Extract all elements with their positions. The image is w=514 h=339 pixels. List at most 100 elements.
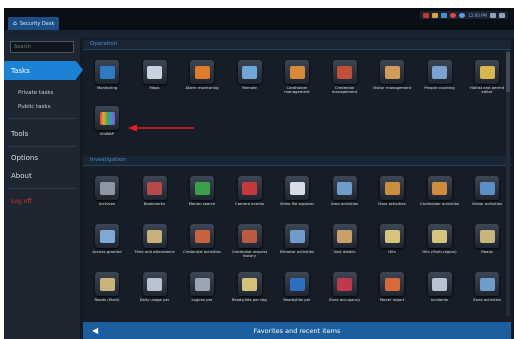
icon-glyph <box>147 181 162 195</box>
nav-logoff[interactable]: Log off <box>11 198 31 205</box>
task-tile[interactable]: Cardholder management <box>275 60 319 102</box>
icon-glyph <box>337 229 352 243</box>
task-tile[interactable]: Reads/hits per day <box>228 272 272 314</box>
nav-private-tasks[interactable]: Private tasks <box>18 90 53 96</box>
task-tile[interactable]: Access granted <box>85 224 129 266</box>
favorites-label: Favorites and recent items <box>253 326 341 335</box>
credential-activities-icon <box>190 224 214 248</box>
alarm-icon <box>190 60 214 84</box>
elevator-icon <box>285 224 309 248</box>
task-tile[interactable]: Hits <box>370 224 414 266</box>
task-tile[interactable]: Visitor management <box>370 60 414 102</box>
task-tile[interactable]: Incidents <box>418 272 462 314</box>
icon-glyph <box>99 181 115 195</box>
investigation-header: Investigation <box>83 156 511 166</box>
task-tile[interactable]: Zone activities <box>465 272 509 314</box>
task-tile[interactable]: Hits (Multi-region) <box>418 224 462 266</box>
camera-events-icon <box>237 176 262 200</box>
monitoring-icon <box>95 60 119 84</box>
icon-glyph <box>479 229 495 243</box>
task-tile-label: Maps <box>149 85 160 90</box>
icon-glyph <box>147 65 162 79</box>
video-file-icon <box>285 176 309 200</box>
nav-options[interactable]: Options <box>11 154 38 162</box>
task-tile[interactable]: VidWAP <box>85 106 129 148</box>
task-tile[interactable]: People counting <box>418 60 462 102</box>
task-tile[interactable]: Mover report <box>370 272 414 314</box>
task-tile-label: Logons per <box>191 297 213 302</box>
alert-icon[interactable] <box>423 12 430 18</box>
task-tile[interactable]: Reads (Multi) <box>85 272 129 314</box>
reads-zone-icon <box>285 272 309 296</box>
icon-glyph <box>194 181 210 195</box>
task-tile[interactable]: Visit details <box>323 224 367 266</box>
nav-public-tasks[interactable]: Public tasks <box>18 104 50 110</box>
task-tile[interactable]: Visitor activities <box>465 176 509 218</box>
task-tile[interactable]: Bookmarks <box>133 176 177 218</box>
scrollbar-thumb[interactable] <box>506 52 510 92</box>
icon-glyph <box>479 65 495 79</box>
task-tile[interactable]: Remote <box>228 60 272 102</box>
record-icon[interactable] <box>450 12 457 18</box>
task-tile[interactable]: Cardholder activities <box>418 176 462 218</box>
nav-tools[interactable]: Tools <box>11 130 28 138</box>
task-tile-label: Visit details <box>333 249 356 254</box>
icon-glyph <box>384 229 400 243</box>
task-tile[interactable]: Maps <box>133 60 177 102</box>
network-icon[interactable] <box>441 12 448 18</box>
home-icon: ⌂ <box>13 20 17 27</box>
reads-icon <box>475 224 499 248</box>
icon-glyph <box>147 229 162 243</box>
icon-glyph <box>242 181 257 195</box>
task-tile[interactable]: Credential management <box>323 60 367 102</box>
task-tile-label: Cardholder activities <box>419 201 460 206</box>
chevron-left-icon[interactable]: ◀ <box>92 326 98 335</box>
icon-glyph <box>479 181 495 195</box>
operation-header: Operation <box>83 40 511 50</box>
task-tile[interactable]: Credential activities <box>180 224 224 266</box>
task-tile[interactable]: Monitoring <box>85 60 129 102</box>
task-tile[interactable]: Credential request history <box>228 224 272 266</box>
task-tile-label: Video file explorer <box>279 201 315 206</box>
task-tile[interactable]: Daily usage per <box>133 272 177 314</box>
remote-icon <box>237 60 262 84</box>
task-tile-label: Credential management <box>331 85 358 95</box>
task-tile-label: Credential request history <box>231 249 268 259</box>
logons-icon <box>190 272 214 296</box>
task-tile-label: Hits <box>388 249 396 254</box>
task-tile[interactable]: Logons per <box>180 272 224 314</box>
task-tile[interactable]: Hotlist and permit editor <box>465 60 509 102</box>
task-tile[interactable]: Motion search <box>180 176 224 218</box>
task-tile-label: Credential activities <box>183 249 221 254</box>
favorites-bar[interactable]: ◀ Favorites and recent items <box>83 322 511 339</box>
app-tab-title: Security Desk <box>19 20 55 27</box>
notification-icon[interactable] <box>432 12 439 18</box>
nav-about[interactable]: About <box>11 172 32 180</box>
app-tab[interactable]: ⌂ Security Desk <box>8 17 60 30</box>
task-tile[interactable]: Area activities <box>323 176 367 218</box>
toolbar-strip <box>4 30 514 38</box>
monitor-icon[interactable] <box>490 12 496 18</box>
window-icon[interactable] <box>499 12 505 18</box>
icon-glyph <box>99 277 115 291</box>
task-tile[interactable]: Alarm monitoring <box>180 60 224 102</box>
globe-icon[interactable] <box>459 12 466 18</box>
task-tile[interactable]: Door activities <box>370 176 414 218</box>
task-tile[interactable]: Video file explorer <box>275 176 319 218</box>
task-tile[interactable]: Elevator activities <box>275 224 319 266</box>
search-input[interactable] <box>10 41 74 53</box>
task-tile[interactable]: Zone occupancy <box>323 272 367 314</box>
task-tile[interactable]: Archives <box>85 176 129 218</box>
zone-occupancy-icon <box>332 272 357 296</box>
nav-tasks[interactable]: Tasks <box>4 61 83 80</box>
icon-glyph <box>432 181 447 195</box>
icon-glyph <box>99 111 115 125</box>
hits-multi-icon <box>427 224 452 248</box>
task-tile[interactable]: Reads <box>465 224 509 266</box>
task-tile[interactable]: Reads/hits per <box>275 272 319 314</box>
divider <box>8 146 76 147</box>
icon-glyph <box>242 277 257 291</box>
task-tile[interactable]: Time and attendance <box>133 224 177 266</box>
task-tile[interactable]: Camera events <box>228 176 272 218</box>
icon-glyph <box>479 277 495 291</box>
